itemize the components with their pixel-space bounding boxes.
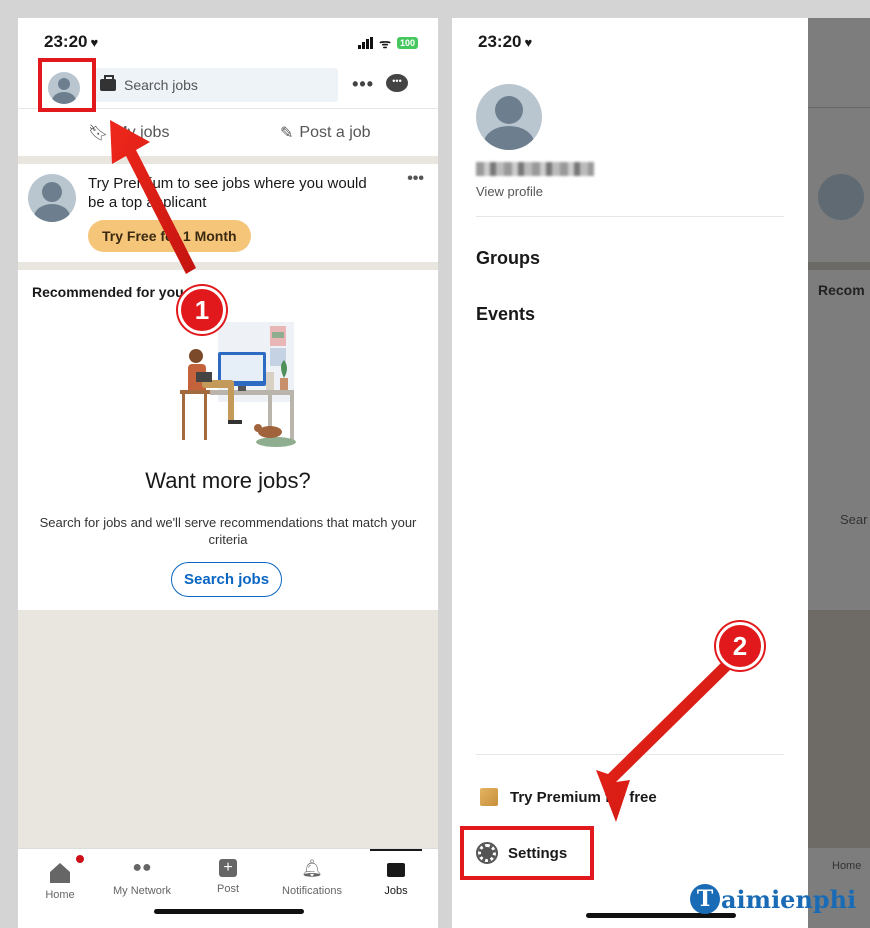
premium-more-icon[interactable]: •••	[407, 170, 424, 188]
watermark-text: aimienphi	[721, 884, 857, 914]
menu-groups[interactable]: Groups	[476, 248, 540, 269]
dimmed-background[interactable]: ᯤ 100 Recom Sear Home	[808, 18, 870, 928]
step1-highlight	[38, 58, 96, 112]
jobs-subnav: 🔖︎ My jobs ✎ Post a job	[18, 108, 438, 156]
nav-network-label: My Network	[112, 885, 172, 897]
divider-band	[18, 156, 438, 164]
nav-jobs-label: Jobs	[384, 885, 408, 897]
step2-badge: 2	[716, 622, 764, 670]
my-jobs-label: My jobs	[114, 124, 170, 141]
nav-notifications[interactable]: 🔔︎ Notifications	[272, 849, 352, 897]
step1-badge: 1	[178, 286, 226, 334]
watermark-logo: T	[690, 884, 720, 914]
nav-post[interactable]: + Post	[188, 849, 268, 895]
premium-text: Try Premium to see jobs where you would …	[88, 175, 367, 211]
divider	[476, 216, 784, 217]
plus-icon: +	[219, 859, 237, 877]
nav-jobs[interactable]: Jobs	[356, 849, 436, 897]
view-profile-link[interactable]: View profile	[476, 184, 543, 199]
feed-background	[18, 610, 438, 848]
try-premium-link[interactable]: Try Premium for free	[480, 788, 657, 806]
notification-badge	[74, 853, 86, 865]
status-time: 23:20 ♥	[478, 32, 533, 51]
empty-state-title: Want more jobs?	[145, 468, 311, 493]
bell-icon: 🔔︎	[301, 859, 323, 878]
heart-icon: ♥	[90, 35, 99, 50]
premium-avatar	[28, 174, 76, 222]
premium-icon	[480, 788, 498, 806]
wifi-icon: ᯤ	[379, 36, 391, 51]
dim-avatar	[818, 174, 864, 220]
nav-my-network[interactable]: ●● My Network	[102, 849, 182, 897]
briefcase-icon	[100, 75, 116, 91]
recommended-title: Recommended for you	[32, 284, 184, 300]
dim-feed-bg	[808, 610, 870, 848]
status-bar: 23:20 ♥	[452, 18, 808, 66]
try-free-button[interactable]: Try Free for 1 Month	[88, 220, 251, 252]
dim-header	[808, 66, 870, 108]
post-job-link[interactable]: ✎ Post a job	[280, 123, 371, 143]
nav-notifications-label: Notifications	[282, 885, 342, 897]
search-placeholder: Search jobs	[124, 77, 198, 93]
nav-home-label: Home	[45, 889, 75, 901]
profile-drawer-screen: 23:20 ♥ View profile Groups Events Try Pr…	[452, 18, 870, 928]
recommended-section: Recommended for you Want more jobs? Sear…	[18, 270, 438, 610]
home-icon	[50, 863, 70, 883]
search-jobs-button[interactable]: Search jobs	[171, 562, 283, 597]
bookmark-icon: 🔖︎	[88, 125, 109, 142]
menu-events[interactable]: Events	[476, 304, 535, 325]
dim-home-text: Home	[832, 860, 862, 872]
nav-post-label: Post	[216, 883, 239, 895]
status-time: 23:20 ♥	[44, 32, 99, 51]
status-icons: ᯤ 100	[358, 34, 418, 52]
profile-name-blurred	[476, 162, 594, 176]
briefcase-icon	[356, 859, 436, 879]
post-job-label: Post a job	[299, 124, 371, 141]
bottom-nav: Home ●● My Network + Post 🔔︎ Notificatio…	[18, 848, 438, 928]
more-icon[interactable]: •••	[352, 74, 374, 95]
premium-card: Try Premium to see jobs where you would …	[18, 164, 438, 262]
divider	[476, 754, 784, 755]
jobs-screen: 23:20 ♥ ᯤ 100 Search jobs ••• ••• 🔖︎ My jo…	[18, 18, 438, 928]
premium-label: Try Premium for free	[510, 788, 657, 806]
dim-search-text: Sear	[840, 512, 868, 527]
home-indicator	[154, 909, 304, 914]
edit-icon: ✎	[280, 125, 294, 142]
messaging-icon[interactable]: •••	[386, 74, 408, 92]
profile-avatar[interactable]	[476, 84, 542, 150]
nav-home[interactable]: Home	[20, 849, 100, 901]
battery-icon: 100	[396, 37, 418, 49]
divider-band	[18, 262, 438, 270]
side-drawer: 23:20 ♥ View profile Groups Events Try Pr…	[452, 18, 808, 928]
step2-highlight	[460, 826, 594, 880]
network-icon: ●●	[132, 859, 152, 876]
remote-work-illustration	[180, 322, 296, 447]
my-jobs-link[interactable]: 🔖︎ My jobs	[88, 123, 169, 143]
dim-band	[808, 262, 870, 270]
watermark: T aimienphi	[690, 884, 856, 914]
heart-icon: ♥	[524, 35, 533, 50]
empty-state-description: Search for jobs and we'll serve recommen…	[39, 515, 417, 547]
search-input[interactable]: Search jobs	[94, 68, 338, 102]
dim-recommended-text: Recom	[818, 282, 865, 298]
signal-icon	[358, 37, 374, 49]
